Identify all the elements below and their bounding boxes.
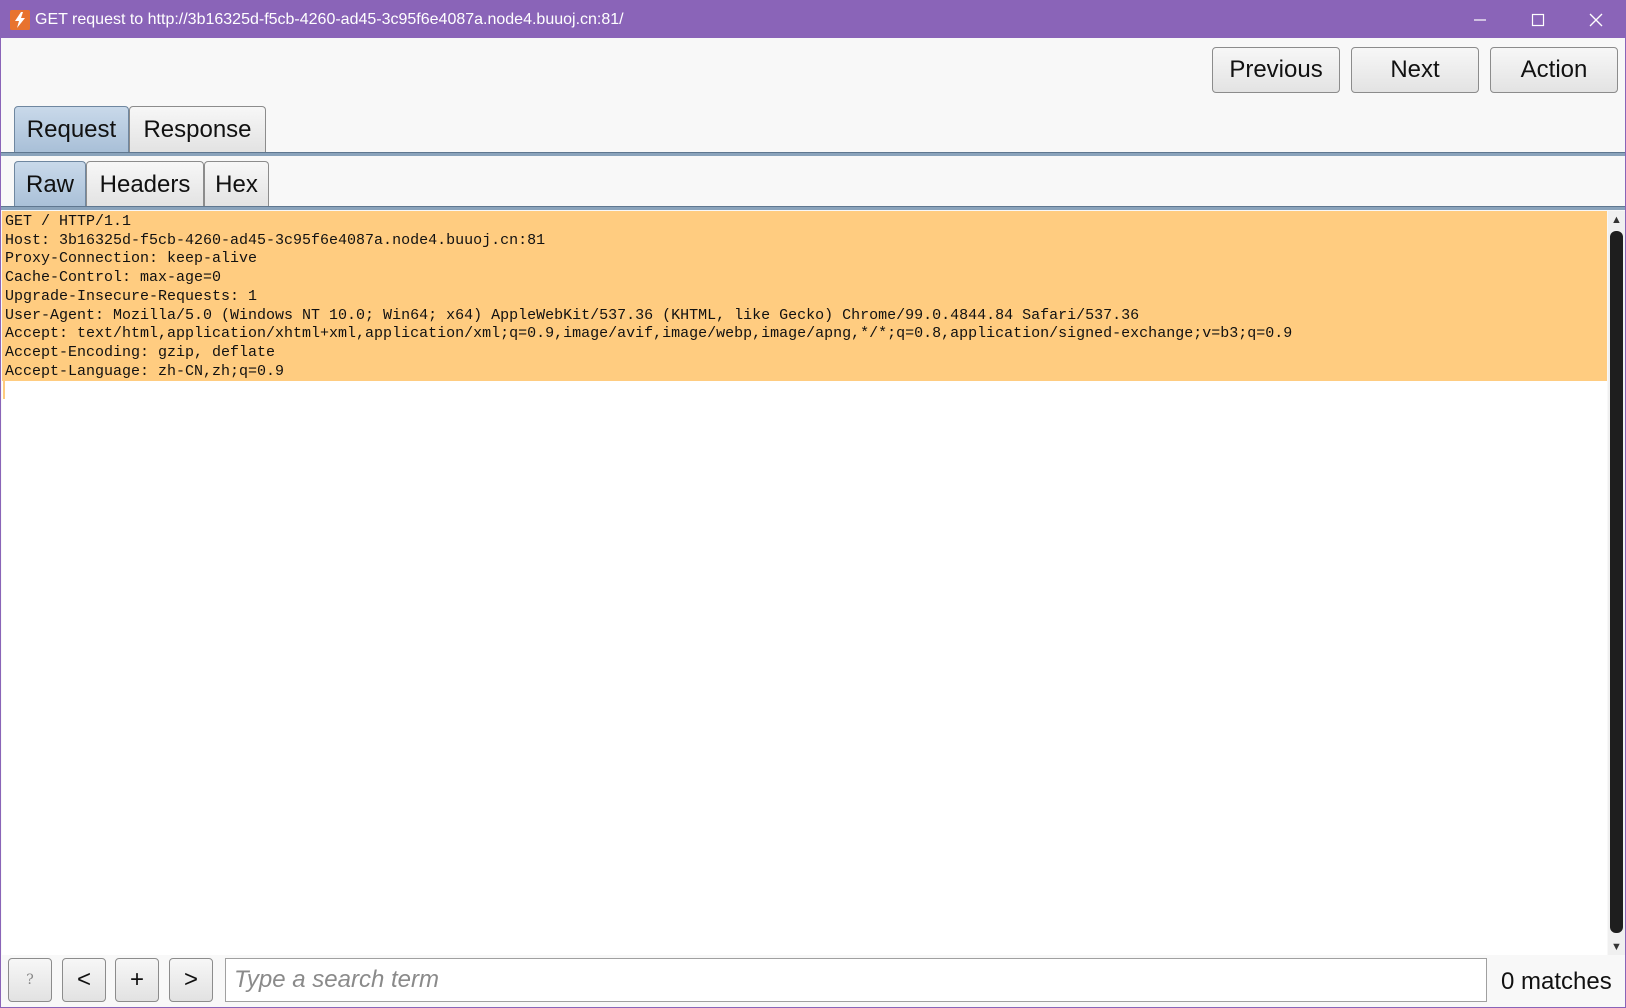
- title-bar[interactable]: GET request to http://3b16325d-f5cb-4260…: [1, 1, 1625, 38]
- close-button[interactable]: [1567, 1, 1625, 38]
- close-icon: [1589, 13, 1603, 26]
- search-bar: ? < + > 0 matches: [1, 955, 1625, 1007]
- search-next-button[interactable]: >: [169, 958, 213, 1002]
- header-line-accept: Accept: text/html,application/xhtml+xml,…: [5, 325, 1293, 343]
- tab-hex[interactable]: Hex: [204, 161, 269, 208]
- message-editor-window: GET request to http://3b16325d-f5cb-4260…: [0, 0, 1626, 1008]
- maximize-button[interactable]: [1509, 1, 1567, 38]
- header-line-accept-language: Accept-Language: zh-CN,zh;q=0.9: [5, 362, 285, 380]
- header-line-host: Host: 3b16325d-f5cb-4260-ad45-3c95f6e408…: [5, 231, 546, 249]
- next-button[interactable]: Next: [1351, 47, 1479, 93]
- raw-request-editor[interactable]: GET / HTTP/1.1 Host: 3b16325d-f5cb-4260-…: [2, 211, 1607, 955]
- search-options-button[interactable]: +: [115, 958, 159, 1002]
- header-line-accept-encoding: Accept-Encoding: gzip, deflate: [5, 343, 276, 361]
- editor-scrollbar[interactable]: ▲ ▼: [1608, 211, 1625, 955]
- minimize-icon: [1474, 18, 1486, 21]
- window-title: GET request to http://3b16325d-f5cb-4260…: [35, 11, 624, 28]
- tab-raw[interactable]: Raw: [14, 161, 86, 208]
- request-line: GET / HTTP/1.1: [5, 213, 132, 230]
- action-button[interactable]: Action: [1490, 47, 1618, 93]
- maximize-icon: [1531, 13, 1545, 26]
- search-previous-button[interactable]: <: [62, 958, 106, 1002]
- tab-headers[interactable]: Headers: [86, 161, 204, 208]
- burp-app-icon: [10, 10, 30, 30]
- help-button[interactable]: ?: [8, 958, 52, 1002]
- header-line-proxy-connection: Proxy-Connection: keep-alive: [5, 250, 258, 268]
- search-input[interactable]: [225, 958, 1487, 1002]
- tab-request[interactable]: Request: [14, 106, 129, 153]
- scroll-down-arrow-icon[interactable]: ▼: [1608, 938, 1625, 955]
- tab-response[interactable]: Response: [129, 106, 266, 153]
- scroll-up-arrow-icon[interactable]: ▲: [1608, 211, 1625, 228]
- scrollbar-thumb[interactable]: [1610, 231, 1623, 933]
- previous-button[interactable]: Previous: [1212, 47, 1340, 93]
- text-cursor: [3, 381, 5, 399]
- header-line-cache-control: Cache-Control: max-age=0: [5, 269, 222, 287]
- match-count: 0 matches: [1501, 968, 1612, 995]
- header-line-upgrade-insecure-requests: Upgrade-Insecure-Requests: 1: [5, 287, 258, 305]
- view-tabstrip-divider: [1, 206, 1625, 210]
- header-line-user-agent: User-Agent: Mozilla/5.0 (Windows NT 10.0…: [5, 306, 1140, 324]
- minimize-button[interactable]: [1451, 1, 1509, 38]
- main-tabstrip-divider: [1, 152, 1625, 156]
